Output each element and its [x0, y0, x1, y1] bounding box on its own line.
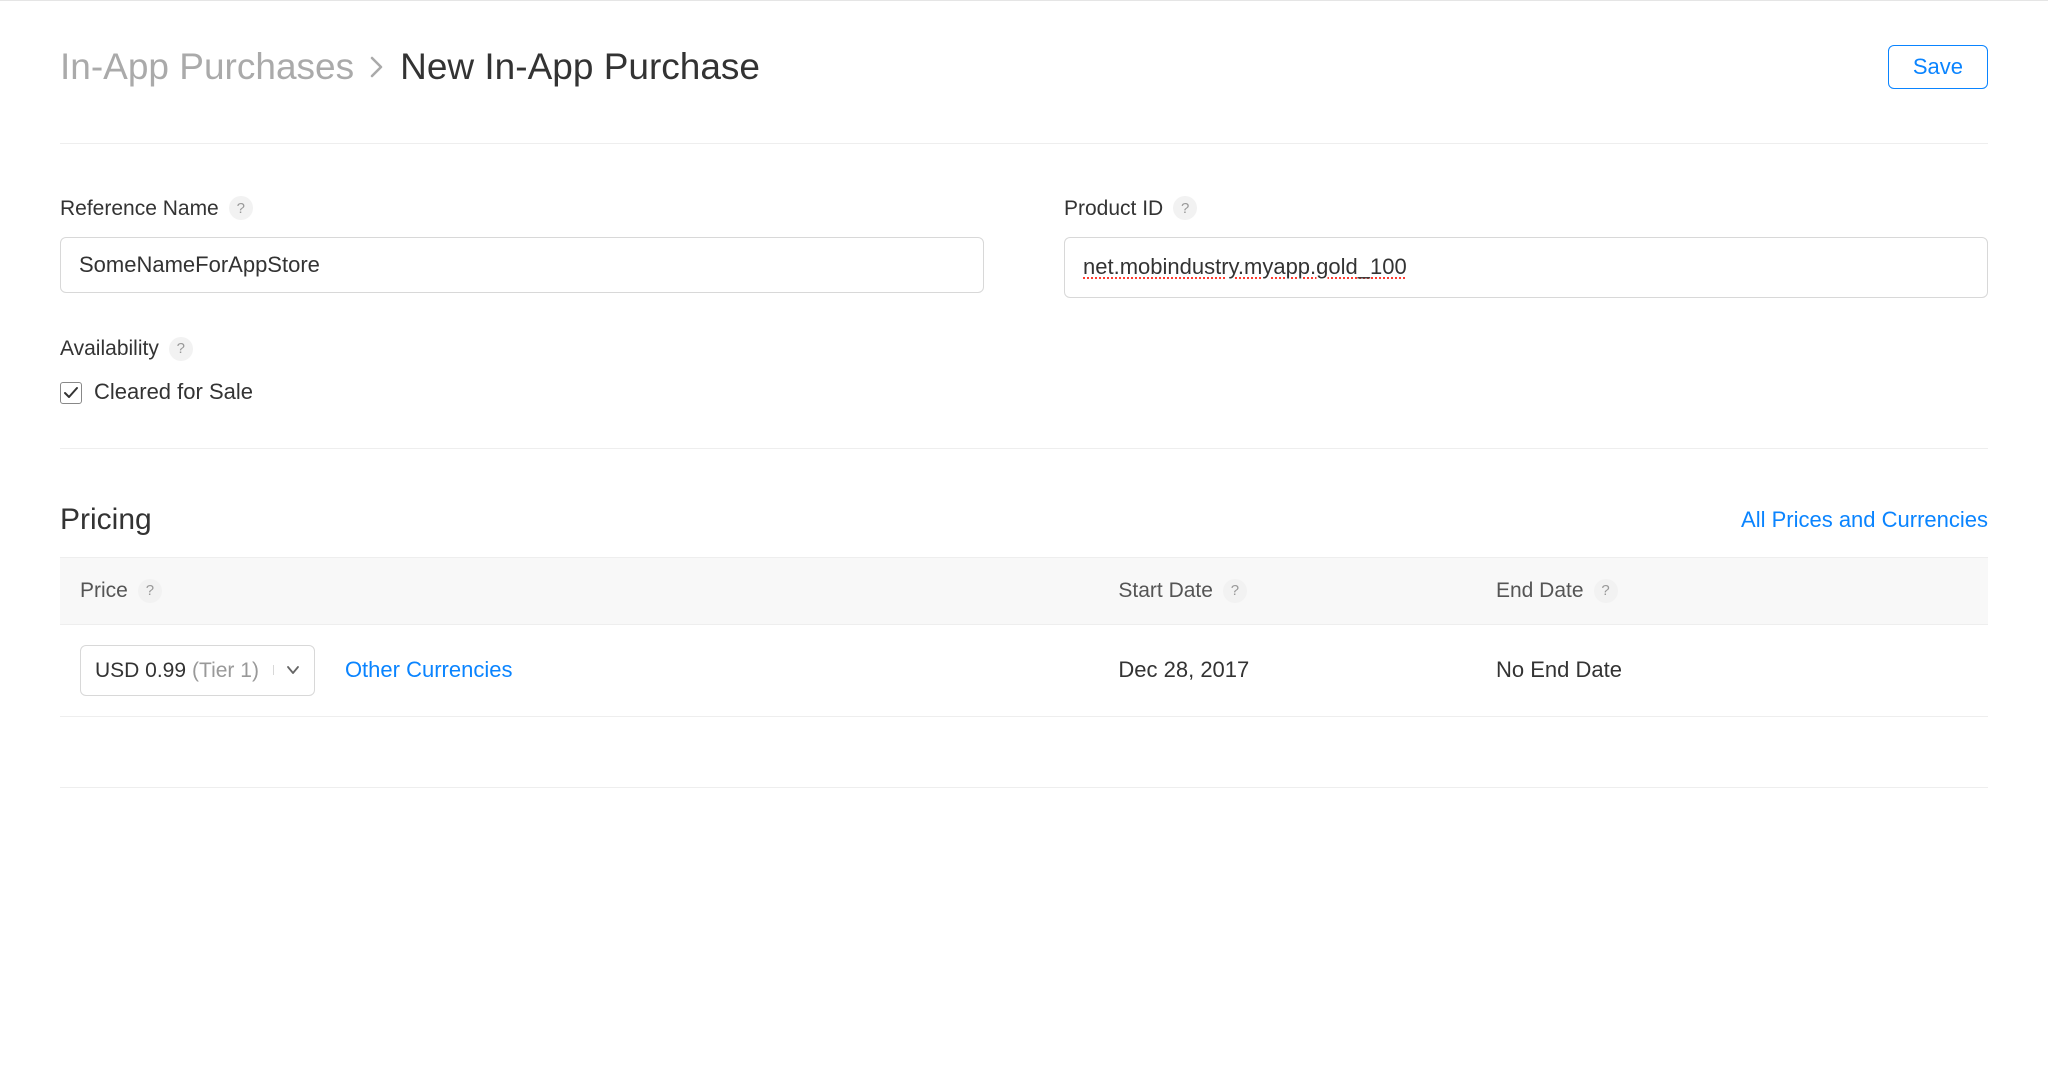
help-icon[interactable]: ? — [1173, 196, 1197, 220]
help-icon[interactable]: ? — [1223, 579, 1247, 603]
end-date-value: No End Date — [1496, 655, 1622, 686]
product-id-input[interactable]: net.mobindustry.myapp.gold_100 — [1064, 237, 1988, 298]
reference-name-input[interactable] — [60, 237, 984, 293]
all-prices-link[interactable]: All Prices and Currencies — [1741, 505, 1988, 536]
price-value: USD 0.99 — [95, 656, 186, 685]
breadcrumb: In-App Purchases New In-App Purchase — [60, 41, 760, 93]
table-row: USD 0.99 (Tier 1) Other Currencies Dec 2… — [60, 625, 1988, 717]
help-icon[interactable]: ? — [169, 337, 193, 361]
help-icon[interactable]: ? — [1594, 579, 1618, 603]
pricing-title: Pricing — [60, 499, 152, 541]
col-end-label: End Date — [1496, 576, 1584, 605]
save-button[interactable]: Save — [1888, 45, 1988, 89]
pricing-table: Price ? Start Date ? End Date ? USD 0.99… — [60, 557, 1988, 717]
cleared-for-sale-label: Cleared for Sale — [94, 377, 253, 408]
other-currencies-link[interactable]: Other Currencies — [345, 655, 513, 686]
cleared-for-sale-checkbox[interactable] — [60, 382, 82, 404]
price-tier-select[interactable]: USD 0.99 (Tier 1) — [80, 645, 315, 696]
product-id-label: Product ID ? — [1064, 194, 1988, 223]
help-icon[interactable]: ? — [229, 196, 253, 220]
product-id-label-text: Product ID — [1064, 194, 1163, 223]
product-id-value: net.mobindustry.myapp.gold_100 — [1083, 252, 1407, 283]
divider — [60, 787, 1988, 788]
chevron-right-icon — [370, 56, 384, 78]
help-icon[interactable]: ? — [138, 579, 162, 603]
price-tier: (Tier 1) — [192, 656, 259, 685]
col-start-label: Start Date — [1118, 576, 1213, 605]
page-title: New In-App Purchase — [400, 41, 760, 93]
availability-label-text: Availability — [60, 334, 159, 363]
table-header: Price ? Start Date ? End Date ? — [60, 557, 1988, 624]
start-date-value: Dec 28, 2017 — [1118, 655, 1249, 686]
chevron-down-icon — [273, 665, 300, 675]
reference-name-label-text: Reference Name — [60, 194, 219, 223]
reference-name-label: Reference Name ? — [60, 194, 984, 223]
availability-label: Availability ? — [60, 334, 1988, 363]
col-price-label: Price — [80, 576, 128, 605]
breadcrumb-parent[interactable]: In-App Purchases — [60, 41, 354, 93]
